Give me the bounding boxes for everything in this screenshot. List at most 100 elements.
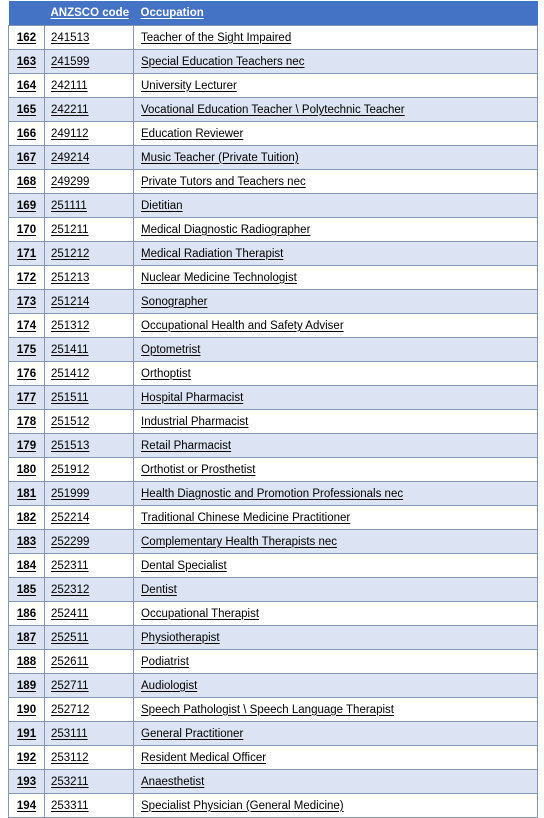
occupation-cell[interactable]: Optometrist bbox=[133, 337, 538, 362]
table-row[interactable]: 192 253112 Resident Medical Officer bbox=[8, 745, 538, 770]
occupation-cell[interactable]: Medical Diagnostic Radiographer bbox=[133, 217, 538, 242]
occupation-cell[interactable]: Occupational Health and Safety Adviser bbox=[133, 313, 538, 338]
table-row[interactable]: 179 251513 Retail Pharmacist bbox=[8, 433, 538, 458]
occupation-cell[interactable]: Private Tutors and Teachers nec bbox=[133, 169, 538, 194]
anzsco-code-cell[interactable]: 251999 bbox=[44, 481, 134, 506]
anzsco-code-cell[interactable]: 252711 bbox=[44, 673, 134, 698]
table-row[interactable]: 168 249299 Private Tutors and Teachers nec bbox=[8, 169, 538, 194]
anzsco-code-cell[interactable]: 253211 bbox=[44, 769, 134, 794]
table-row[interactable]: 166 249112 Education Reviewer bbox=[8, 121, 538, 146]
occupation-cell[interactable]: Occupational Therapist bbox=[133, 601, 538, 626]
anzsco-code-cell[interactable]: 252312 bbox=[44, 577, 134, 602]
table-row[interactable]: 177 251511 Hospital Pharmacist bbox=[8, 385, 538, 410]
anzsco-code-cell[interactable]: 241513 bbox=[44, 25, 134, 50]
table-row[interactable]: 183 252299 Complementary Health Therapists… bbox=[8, 529, 538, 554]
table-row[interactable]: 165 242211 Vocational Education Teacher \ … bbox=[8, 97, 538, 122]
anzsco-code-cell[interactable]: 249112 bbox=[44, 121, 134, 146]
anzsco-code-cell[interactable]: 253111 bbox=[44, 721, 134, 746]
occupation-cell[interactable]: Retail Pharmacist bbox=[133, 433, 538, 458]
column-header-anzsco-code[interactable]: ANZSCO code bbox=[44, 1, 134, 26]
occupation-cell[interactable]: Podiatrist bbox=[133, 649, 538, 674]
anzsco-code-cell[interactable]: 249299 bbox=[44, 169, 134, 194]
table-row[interactable]: 188 252611 Podiatrist bbox=[8, 649, 538, 674]
occupation-cell[interactable]: Specialist Physician (General Medicine) bbox=[133, 793, 538, 818]
table-row[interactable]: 181 251999 Health Diagnostic and Promotion… bbox=[8, 481, 538, 506]
occupation-cell[interactable]: Dietitian bbox=[133, 193, 538, 218]
occupation-cell[interactable]: Orthoptist bbox=[133, 361, 538, 386]
occupation-cell[interactable]: Teacher of the Sight Impaired bbox=[133, 25, 538, 50]
occupation-cell[interactable]: Anaesthetist bbox=[133, 769, 538, 794]
occupation-cell[interactable]: Physiotherapist bbox=[133, 625, 538, 650]
occupation-cell[interactable]: Complementary Health Therapists nec bbox=[133, 529, 538, 554]
anzsco-code-cell[interactable]: 249214 bbox=[44, 145, 134, 170]
table-row[interactable]: 163 241599 Special Education Teachers nec bbox=[8, 49, 538, 74]
anzsco-code-cell[interactable]: 252411 bbox=[44, 601, 134, 626]
occupation-cell[interactable]: Speech Pathologist \ Speech Language The… bbox=[133, 697, 538, 722]
anzsco-code-cell[interactable]: 251412 bbox=[44, 361, 134, 386]
anzsco-code-cell[interactable]: 252214 bbox=[44, 505, 134, 530]
anzsco-code-cell[interactable]: 253311 bbox=[44, 793, 134, 818]
occupation-cell[interactable]: Education Reviewer bbox=[133, 121, 538, 146]
anzsco-code-cell[interactable]: 252311 bbox=[44, 553, 134, 578]
occupation-cell[interactable]: Dental Specialist bbox=[133, 553, 538, 578]
table-row[interactable]: 185 252312 Dentist bbox=[8, 577, 538, 602]
anzsco-code-cell[interactable]: 251212 bbox=[44, 241, 134, 266]
table-row[interactable]: 170 251211 Medical Diagnostic Radiographer bbox=[8, 217, 538, 242]
anzsco-code-cell[interactable]: 252511 bbox=[44, 625, 134, 650]
table-row[interactable]: 175 251411 Optometrist bbox=[8, 337, 538, 362]
anzsco-code-cell[interactable]: 251214 bbox=[44, 289, 134, 314]
occupation-cell[interactable]: Dentist bbox=[133, 577, 538, 602]
table-row[interactable]: 186 252411 Occupational Therapist bbox=[8, 601, 538, 626]
table-row[interactable]: 164 242111 University Lecturer bbox=[8, 73, 538, 98]
table-row[interactable]: 174 251312 Occupational Health and Safety … bbox=[8, 313, 538, 338]
occupation-cell[interactable]: Resident Medical Officer bbox=[133, 745, 538, 770]
occupation-cell[interactable]: Nuclear Medicine Technologist bbox=[133, 265, 538, 290]
table-row[interactable]: 187 252511 Physiotherapist bbox=[8, 625, 538, 650]
anzsco-code-cell[interactable]: 251411 bbox=[44, 337, 134, 362]
anzsco-code-cell[interactable]: 251511 bbox=[44, 385, 134, 410]
occupation-cell[interactable]: Audiologist bbox=[133, 673, 538, 698]
anzsco-code-cell[interactable]: 242111 bbox=[44, 73, 134, 98]
occupation-cell[interactable]: Music Teacher (Private Tuition) bbox=[133, 145, 538, 170]
anzsco-code-cell[interactable]: 251912 bbox=[44, 457, 134, 482]
anzsco-code-cell[interactable]: 251512 bbox=[44, 409, 134, 434]
table-row[interactable]: 176 251412 Orthoptist bbox=[8, 361, 538, 386]
anzsco-code-cell[interactable]: 251513 bbox=[44, 433, 134, 458]
anzsco-code-cell[interactable]: 251312 bbox=[44, 313, 134, 338]
occupation-cell[interactable]: Vocational Education Teacher \ Polytechn… bbox=[133, 97, 538, 122]
table-row[interactable]: 191 253111 General Practitioner bbox=[8, 721, 538, 746]
anzsco-code-cell[interactable]: 241599 bbox=[44, 49, 134, 74]
anzsco-code-cell[interactable]: 251213 bbox=[44, 265, 134, 290]
table-row[interactable]: 193 253211 Anaesthetist bbox=[8, 769, 538, 794]
table-row[interactable]: 180 251912 Orthotist or Prosthetist bbox=[8, 457, 538, 482]
anzsco-code-cell[interactable]: 253112 bbox=[44, 745, 134, 770]
table-row[interactable]: 184 252311 Dental Specialist bbox=[8, 553, 538, 578]
occupation-cell[interactable]: Orthotist or Prosthetist bbox=[133, 457, 538, 482]
occupation-cell[interactable]: Hospital Pharmacist bbox=[133, 385, 538, 410]
anzsco-code-cell[interactable]: 252299 bbox=[44, 529, 134, 554]
occupation-cell[interactable]: Special Education Teachers nec bbox=[133, 49, 538, 74]
anzsco-code-cell[interactable]: 252712 bbox=[44, 697, 134, 722]
table-row[interactable]: 167 249214 Music Teacher (Private Tuition) bbox=[8, 145, 538, 170]
table-row[interactable]: 171 251212 Medical Radiation Therapist bbox=[8, 241, 538, 266]
table-row[interactable]: 189 252711 Audiologist bbox=[8, 673, 538, 698]
table-row[interactable]: 173 251214 Sonographer bbox=[8, 289, 538, 314]
table-row[interactable]: 190 252712 Speech Pathologist \ Speech Lan… bbox=[8, 697, 538, 722]
occupation-cell[interactable]: Traditional Chinese Medicine Practitione… bbox=[133, 505, 538, 530]
occupation-cell[interactable]: Industrial Pharmacist bbox=[133, 409, 538, 434]
table-row[interactable]: 169 251111 Dietitian bbox=[8, 193, 538, 218]
anzsco-code-cell[interactable]: 242211 bbox=[44, 97, 134, 122]
table-row[interactable]: 194 253311 Specialist Physician (General M… bbox=[8, 793, 538, 818]
occupation-cell[interactable]: University Lecturer bbox=[133, 73, 538, 98]
anzsco-code-cell[interactable]: 251211 bbox=[44, 217, 134, 242]
occupation-cell[interactable]: General Practitioner bbox=[133, 721, 538, 746]
occupation-cell[interactable]: Sonographer bbox=[133, 289, 538, 314]
anzsco-code-cell[interactable]: 251111 bbox=[44, 193, 134, 218]
occupation-cell[interactable]: Medical Radiation Therapist bbox=[133, 241, 538, 266]
anzsco-code-cell[interactable]: 252611 bbox=[44, 649, 134, 674]
table-row[interactable]: 172 251213 Nuclear Medicine Technologist bbox=[8, 265, 538, 290]
table-row[interactable]: 162 241513 Teacher of the Sight Impaired bbox=[8, 25, 538, 50]
column-header-occupation[interactable]: Occupation bbox=[133, 1, 538, 26]
table-row[interactable]: 182 252214 Traditional Chinese Medicine Pr… bbox=[8, 505, 538, 530]
occupation-cell[interactable]: Health Diagnostic and Promotion Professi… bbox=[133, 481, 538, 506]
